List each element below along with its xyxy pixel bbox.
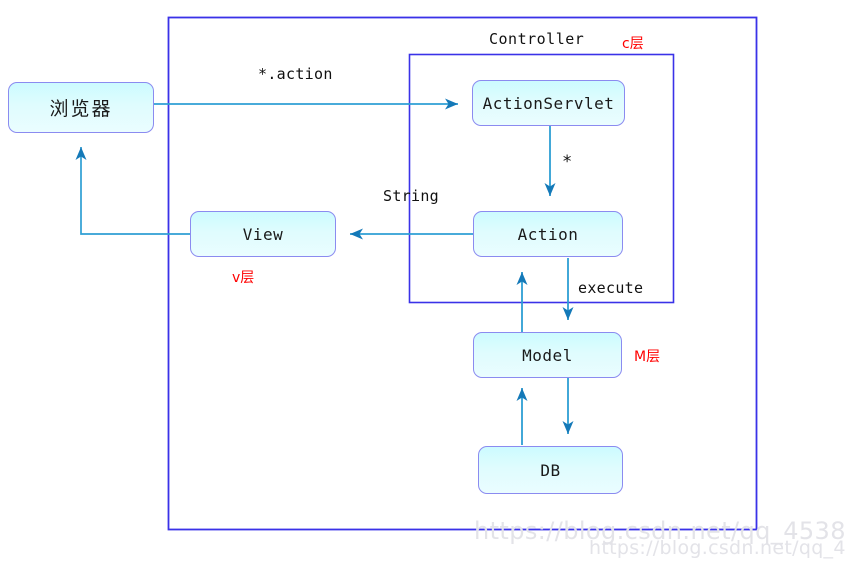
node-action-label: Action [517, 224, 579, 244]
node-view-label: View [242, 224, 284, 244]
edge-label-multiplicity: * [562, 152, 573, 172]
layer-tag-controller: c层 [622, 36, 644, 52]
mvc-architecture-diagram: 浏览器 View ActionServlet Action Model DB C… [0, 0, 845, 562]
outer-frame [167, 16, 758, 531]
node-model[interactable]: Model [473, 332, 622, 378]
node-view[interactable]: View [190, 211, 336, 257]
node-browser[interactable]: 浏览器 [8, 82, 154, 133]
edge-label-action-request: *.action [258, 65, 333, 83]
node-browser-label: 浏览器 [49, 98, 113, 120]
node-action[interactable]: Action [473, 211, 623, 257]
edge-view-to-browser [75, 147, 190, 235]
watermark-bottom: https://blog.csdn.net/qq_45384482 [589, 537, 845, 559]
layer-tag-view: v层 [232, 270, 255, 286]
node-action-servlet[interactable]: ActionServlet [472, 80, 625, 126]
edge-label-string-return: String [383, 187, 439, 205]
node-db[interactable]: DB [478, 446, 623, 494]
edge-label-execute: execute [578, 279, 644, 297]
node-model-label: Model [522, 345, 573, 365]
node-db-label: DB [540, 460, 561, 480]
layer-tag-model: M层 [634, 349, 661, 365]
node-action-servlet-label: ActionServlet [482, 93, 615, 113]
controller-group-title: Controller [489, 30, 585, 48]
